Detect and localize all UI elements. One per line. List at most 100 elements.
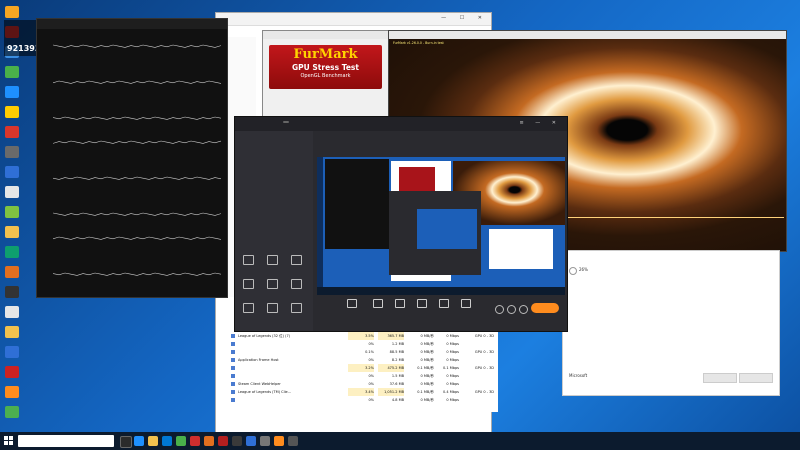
process-disk: 0.1 MB/秒 (417, 390, 434, 394)
shortcut-glyph-icon (5, 306, 19, 318)
desktop-shortcut-icon[interactable] (2, 366, 22, 384)
mic-icon[interactable] (519, 305, 528, 314)
process-mem: 1,051.2 MB (378, 388, 404, 396)
process-name: Steam Client WebHelper (238, 382, 281, 386)
process-row[interactable]: League of Legends (32 位) (7) 3.5% 365.7 MB… (228, 332, 498, 340)
shortcut-glyph-icon (5, 366, 19, 378)
recorder-preview (317, 157, 565, 295)
process-row[interactable]: Application Frame Host 0% 8.2 MB 0 MB/秒 0 Mb… (228, 356, 498, 364)
hardware-monitor-window (36, 18, 228, 298)
recorder-feature-icon[interactable] (267, 279, 278, 289)
windows-start-icon[interactable] (4, 436, 13, 445)
app-icon[interactable] (246, 436, 256, 446)
process-row[interactable]: 0% 4.8 MB 0 MB/秒 0 Mbps (228, 396, 498, 404)
app-icon[interactable] (204, 436, 214, 446)
render-hud: FurMark v1.26.0.0 - Burn-in test (393, 41, 444, 45)
graph-line (53, 140, 221, 144)
desktop-shortcut-icon[interactable] (2, 246, 22, 264)
edge-icon[interactable] (134, 436, 144, 446)
recorder-window-controls[interactable]: ≡ — ✕ (519, 120, 561, 126)
graph-line (53, 116, 221, 120)
recorder-feature-icon[interactable] (243, 279, 254, 289)
desktop-shortcut-icon[interactable] (2, 86, 22, 104)
recorder-taskbar-icon[interactable] (274, 436, 284, 446)
recorder-feature-icon[interactable] (243, 255, 254, 265)
recorder-feature-icon[interactable] (267, 255, 278, 265)
taskbar-search-input[interactable] (18, 435, 114, 447)
process-mem: 37.6 MB (389, 382, 404, 386)
process-gpu: GPU 0 - 3D (474, 350, 494, 354)
graph-series (53, 116, 221, 120)
desktop-shortcut-icon[interactable] (2, 146, 22, 164)
dialog-button[interactable] (703, 373, 737, 383)
desktop-shortcut-icon[interactable] (2, 166, 22, 184)
process-icon (231, 382, 235, 386)
app-icon[interactable] (190, 436, 200, 446)
desktop-shortcut-icon[interactable] (2, 306, 22, 324)
recorder-feature-icon[interactable] (291, 255, 302, 265)
process-net: 0 Mbps (446, 334, 459, 338)
process-cpu: 0% (368, 342, 374, 346)
furmark-logo-subtitle2: OpenGL Benchmark (300, 73, 351, 79)
window-controls[interactable]: — ☐ ✕ (441, 15, 488, 21)
tool-icon (461, 299, 471, 308)
settings-icon[interactable] (495, 305, 504, 314)
process-mem: 365.7 MB (378, 332, 404, 340)
file-explorer-icon[interactable] (148, 436, 158, 446)
recorder-feature-icon[interactable] (267, 303, 278, 313)
app-icon[interactable] (288, 436, 298, 446)
graph-line (53, 272, 221, 276)
tool-icon (417, 299, 427, 308)
recorder-tool-button[interactable] (449, 297, 483, 317)
desktop-shortcut-icon[interactable] (2, 106, 22, 124)
desktop-shortcut-icon[interactable] (2, 386, 22, 404)
dialog-footer-left: Microsoft (569, 373, 588, 378)
desktop-shortcut-icon[interactable] (2, 346, 22, 364)
desktop-shortcut-icon[interactable] (2, 326, 22, 344)
graph-series (53, 80, 221, 84)
store-icon[interactable] (162, 436, 172, 446)
desktop-shortcut-icon[interactable] (2, 206, 22, 224)
desktop-shortcut-icon[interactable] (2, 186, 22, 204)
furmark-taskbar-icon[interactable] (218, 436, 228, 446)
process-mem: 88.5 MB (389, 350, 404, 354)
process-row[interactable]: League of Legends (TM) Clie... 3.4% 1,051.… (228, 388, 498, 396)
camera-icon[interactable] (507, 305, 516, 314)
app-icon[interactable] (176, 436, 186, 446)
recorder-feature-icon[interactable] (243, 303, 254, 313)
app-icon[interactable] (260, 436, 270, 446)
shortcut-glyph-icon (5, 226, 19, 238)
graph-series (53, 176, 221, 180)
process-icon (231, 342, 235, 346)
desktop-shortcut-icon[interactable] (2, 266, 22, 284)
desktop-shortcut-icon[interactable] (2, 126, 22, 144)
monitor-graph-row (43, 257, 221, 287)
monitor-graph-row (43, 161, 221, 191)
desktop-shortcut-icon[interactable] (2, 406, 22, 424)
desktop-shortcut-icon[interactable] (2, 226, 22, 244)
task-view-icon[interactable] (120, 436, 132, 448)
desktop-shortcut-icon[interactable] (2, 286, 22, 304)
process-row[interactable]: 0% 1.2 MB 0 MB/秒 0 Mbps (228, 340, 498, 348)
shortcut-glyph-icon (5, 346, 19, 358)
process-row[interactable]: 0.1% 88.5 MB 0 MB/秒 0 Mbps GPU 0 - 3D (228, 348, 498, 356)
process-row[interactable]: 0% 1.5 MB 0 MB/秒 0 Mbps (228, 372, 498, 380)
app-icon[interactable] (232, 436, 242, 446)
process-net: 0 Mbps (446, 342, 459, 346)
dialog-button[interactable] (739, 373, 773, 383)
monitor-title (37, 19, 227, 29)
desktop-shortcut-icon[interactable] (2, 66, 22, 84)
tool-icon (373, 299, 383, 308)
start-recording-button[interactable] (531, 303, 559, 313)
process-row[interactable]: 3.2% 475.2 MB 0.1 MB/秒 0.1 Mbps GPU 0 - 3D (228, 364, 498, 372)
process-disk: 0 MB/秒 (420, 350, 434, 354)
process-cpu: 3.5% (348, 332, 374, 340)
recorder-feature-icon[interactable] (291, 303, 302, 313)
recorder-feature-icon[interactable] (291, 279, 302, 289)
monitor-graph-row (43, 65, 221, 95)
process-net: 0 Mbps (446, 350, 459, 354)
process-row[interactable]: Steam Client WebHelper 0% 37.6 MB 0 MB/秒 0 M… (228, 380, 498, 388)
monitor-graph-row (43, 33, 221, 63)
shortcut-glyph-icon (5, 406, 19, 418)
recorder-app-window: ≡ — ✕ (234, 116, 568, 332)
